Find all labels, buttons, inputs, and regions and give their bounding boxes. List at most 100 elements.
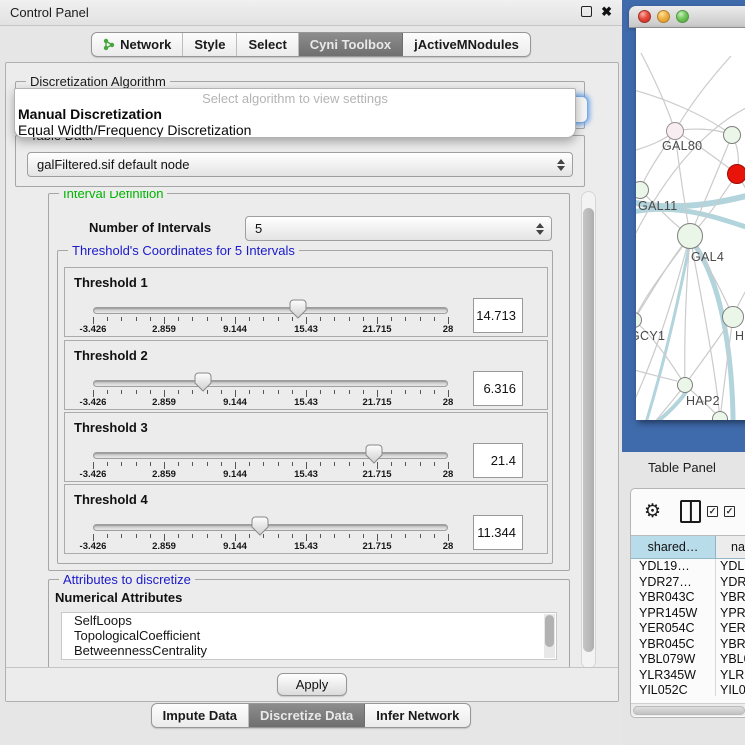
table-row[interactable]: YER054CYER0 bbox=[631, 621, 745, 637]
discretization-algorithm-title: Discretization Algorithm bbox=[26, 74, 170, 89]
number-of-intervals-value: 5 bbox=[255, 221, 531, 236]
right-region: GAL80 GA C GAL11 GAL4 GCY1 H HAP2 Table … bbox=[622, 0, 745, 745]
node-label-gal4: GAL4 bbox=[691, 250, 724, 264]
table-row[interactable]: YPR145WYPR1 bbox=[631, 606, 745, 622]
table-row[interactable]: YDR27…YDR2 bbox=[631, 575, 745, 591]
threshold-4-slider[interactable] bbox=[93, 524, 448, 531]
settings-vertical-scrollbar[interactable] bbox=[581, 191, 596, 669]
threshold-4-value-field[interactable]: 11.344 bbox=[473, 515, 523, 550]
table-panel-card: ⚙ ✓ ✓ shared… na YDL19…YDL1 YDR27…YDR2 Y… bbox=[630, 488, 745, 718]
option-equal-width-frequency[interactable]: Equal Width/Frequency Discretization bbox=[15, 122, 575, 138]
number-of-intervals-combobox[interactable]: 5 bbox=[245, 216, 552, 241]
close-panel-icon[interactable]: ✖ bbox=[601, 6, 612, 17]
threshold-2-slider-thumb[interactable] bbox=[194, 372, 212, 392]
node-h[interactable] bbox=[722, 306, 744, 328]
tab-network[interactable]: Network bbox=[92, 33, 183, 56]
threshold-3-slider-thumb[interactable] bbox=[365, 444, 383, 464]
threshold-2-box: Threshold 2 -3.426 2.859 9.144 15.43 bbox=[64, 340, 548, 410]
threshold-1-tick-labels: -3.426 2.859 9.144 15.43 21.715 28 bbox=[93, 324, 448, 335]
tab-network-label: Network bbox=[120, 37, 171, 52]
node-bottom[interactable] bbox=[712, 411, 728, 420]
list-item[interactable]: TopologicalCoefficient bbox=[62, 628, 556, 643]
tab-impute-data[interactable]: Impute Data bbox=[152, 704, 249, 727]
apply-button[interactable]: Apply bbox=[277, 673, 348, 696]
combo-stepper-icon bbox=[531, 223, 549, 235]
node-hap2[interactable] bbox=[677, 377, 693, 393]
network-desktop: GAL80 GA C GAL11 GAL4 GCY1 H HAP2 bbox=[622, 0, 745, 452]
table-horizontal-scrollbar[interactable] bbox=[631, 703, 745, 716]
panel-title: Control Panel bbox=[10, 5, 89, 20]
table-data-combobox[interactable]: galFiltered.sif default node bbox=[27, 152, 573, 177]
network-view-window[interactable]: GAL80 GA C GAL11 GAL4 GCY1 H HAP2 bbox=[629, 6, 745, 420]
network-canvas[interactable]: GAL80 GA C GAL11 GAL4 GCY1 H HAP2 bbox=[636, 28, 745, 420]
table-header-row: shared… na bbox=[631, 535, 745, 559]
table-row[interactable]: YIL052CYIL0 bbox=[631, 683, 745, 696]
close-window-icon[interactable] bbox=[638, 10, 651, 23]
tab-select[interactable]: Select bbox=[237, 33, 298, 56]
bottom-tab-bar: Impute Data Discretize Data Infer Networ… bbox=[0, 703, 622, 728]
attributes-list-scrollbar[interactable] bbox=[544, 614, 555, 658]
tab-cyni-toolbox[interactable]: Cyni Toolbox bbox=[299, 33, 403, 56]
zoom-window-icon[interactable] bbox=[676, 10, 689, 23]
number-of-intervals-label: Number of Intervals bbox=[89, 220, 211, 235]
threshold-2-tick-labels: -3.426 2.859 9.144 15.43 21.715 28 bbox=[93, 397, 448, 408]
tab-jactivemnodules[interactable]: jActiveMNodules bbox=[403, 33, 530, 56]
option-manual-discretization[interactable]: Manual Discretization bbox=[15, 106, 575, 122]
tab-infer-network[interactable]: Infer Network bbox=[365, 704, 470, 727]
table-row[interactable]: YLR345WYLR3 bbox=[631, 668, 745, 684]
table-toolbar: ⚙ ✓ ✓ bbox=[631, 489, 745, 533]
table-row[interactable]: YBR045CYBR0 bbox=[631, 637, 745, 653]
list-item[interactable]: SelfLoops bbox=[62, 613, 556, 628]
threshold-1-value-field[interactable]: 14.713 bbox=[473, 298, 523, 333]
threshold-1-slider[interactable] bbox=[93, 307, 448, 314]
node-gal4[interactable] bbox=[677, 223, 703, 249]
tab-discretize-data[interactable]: Discretize Data bbox=[249, 704, 365, 727]
thresholds-group-title: Threshold's Coordinates for 5 Intervals bbox=[68, 243, 299, 258]
threshold-1-slider-thumb[interactable] bbox=[289, 299, 307, 319]
threshold-3-label: Threshold 3 bbox=[74, 420, 148, 435]
checkbox-icon[interactable]: ✓ bbox=[707, 506, 718, 517]
minimize-window-icon[interactable] bbox=[657, 10, 670, 23]
float-window-icon[interactable] bbox=[581, 6, 592, 17]
table-panel: Table Panel ⚙ ✓ ✓ shared… na YDL19…YDL1 … bbox=[622, 452, 745, 745]
thresholds-group: Threshold's Coordinates for 5 Intervals … bbox=[57, 250, 553, 564]
node-red[interactable] bbox=[727, 164, 745, 184]
threshold-4-slider-thumb[interactable] bbox=[251, 516, 269, 536]
column-header-shared-name[interactable]: shared… bbox=[631, 536, 716, 558]
attributes-group: Attributes to discretize Numerical Attri… bbox=[48, 579, 570, 669]
settings-scroll-area: Interval Definition Number of Intervals … bbox=[6, 191, 578, 669]
column-header-name[interactable]: na bbox=[716, 536, 745, 558]
settings-gear-icon[interactable]: ⚙ bbox=[644, 502, 661, 521]
threshold-3-tick-labels: -3.426 2.859 9.144 15.43 21.715 28 bbox=[93, 469, 448, 480]
scrollbar-thumb[interactable] bbox=[583, 208, 594, 652]
threshold-2-value-field[interactable]: 6.316 bbox=[473, 371, 523, 406]
node-gal80[interactable] bbox=[666, 122, 684, 140]
numerical-attributes-list: SelfLoops TopologicalCoefficient Between… bbox=[61, 612, 557, 660]
node-unlabeled[interactable] bbox=[723, 126, 741, 144]
table-row[interactable]: YBR043CYBR0 bbox=[631, 590, 745, 606]
algorithm-dropdown-popup: Select algorithm to view settings Manual… bbox=[14, 88, 576, 138]
checkbox-icon[interactable]: ✓ bbox=[724, 506, 735, 517]
scrollbar-thumb[interactable] bbox=[633, 706, 745, 715]
tab-style[interactable]: Style bbox=[183, 33, 237, 56]
threshold-3-box: Threshold 3 -3.426 2.859 9.144 15.43 bbox=[64, 412, 548, 482]
columns-icon[interactable] bbox=[680, 500, 701, 523]
top-tab-bar: Network Style Select Cyni Toolbox jActiv… bbox=[0, 32, 622, 57]
table-row[interactable]: YBL079WYBL0 bbox=[631, 652, 745, 668]
network-window-titlebar[interactable] bbox=[629, 6, 745, 28]
attributes-group-title: Attributes to discretize bbox=[59, 572, 195, 587]
node-label-hap2: HAP2 bbox=[686, 394, 720, 408]
threshold-1-label: Threshold 1 bbox=[74, 275, 148, 290]
threshold-3-value-field[interactable]: 21.4 bbox=[473, 443, 523, 478]
numerical-attributes-label: Numerical Attributes bbox=[55, 590, 182, 605]
threshold-2-slider[interactable] bbox=[93, 380, 448, 387]
table-row[interactable]: YDL19…YDL1 bbox=[631, 559, 745, 575]
threshold-4-label: Threshold 4 bbox=[74, 492, 148, 507]
threshold-4-box: Threshold 4 -3.426 2.859 9.144 15.43 bbox=[64, 484, 548, 554]
threshold-3-slider[interactable] bbox=[93, 452, 448, 459]
threshold-1-box: Threshold 1 -3.426 2.859 9.144 15.43 bbox=[64, 267, 548, 337]
interval-definition-title: Interval Definition bbox=[59, 191, 167, 201]
list-item[interactable]: BetweennessCentrality bbox=[62, 643, 556, 658]
node-table: shared… na YDL19…YDL1 YDR27…YDR2 YBR043C… bbox=[631, 535, 745, 696]
cyni-toolbox-panel: Discretization Algorithm Select algorith… bbox=[5, 62, 619, 702]
